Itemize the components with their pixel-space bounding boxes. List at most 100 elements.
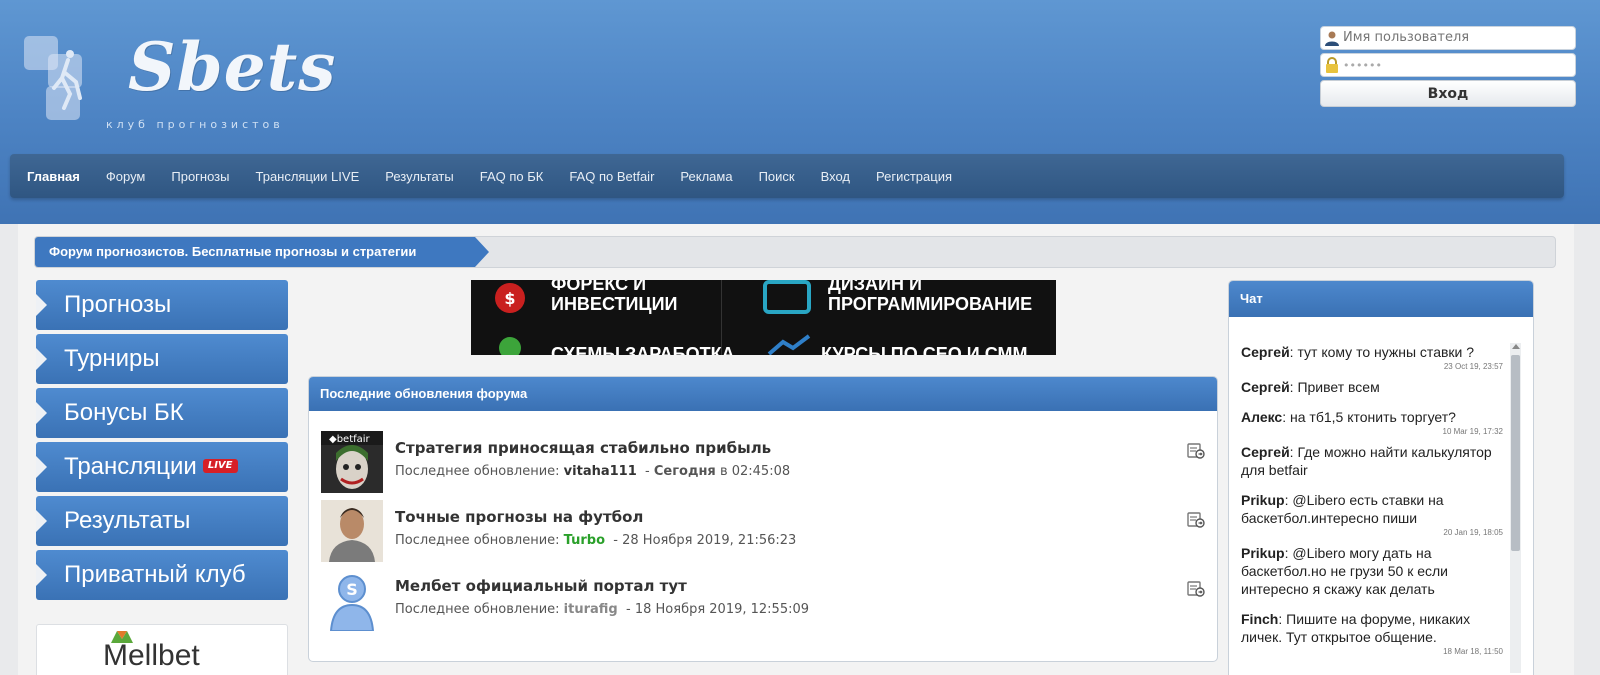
menu-notch [36,294,47,316]
chat-date [1241,396,1503,402]
chat-scroll-thumb[interactable] [1511,355,1520,551]
thread-title[interactable]: Мелбет официальный портал тут [395,577,687,595]
left-menu-label: Трансляции [64,453,197,480]
thread-meta: Последнее обновление: vitaha111 - Сегодн… [395,464,790,479]
left-menu-label: Бонусы БК [64,399,184,426]
meta-prefix: Последнее обновление: [395,464,560,479]
left-menu-item-5[interactable]: Приватный клуб [36,550,288,600]
left-menu-item-3[interactable]: Трансляции LIVE [36,442,288,492]
left-menu-label: Приватный клуб [64,561,246,588]
chat-date: 18 Mar 18, 11:50 [1443,647,1503,656]
menu-notch [36,402,47,424]
site-header: Sbets клуб прогнозистов Вход Главная Фору… [0,0,1600,224]
breadcrumb-arrow [475,237,489,267]
password-input[interactable] [1343,59,1569,72]
password-field[interactable] [1320,53,1576,77]
chat-date: 10 Mar 19, 17:32 [1442,427,1503,436]
thread-row: ◆betfair Стратегия приносящая стабильно п… [321,431,1205,495]
scroll-up-icon[interactable] [1512,344,1520,349]
chat-message: Finch: Пишите на форуме, никаких личек. … [1241,611,1471,645]
breadcrumb: Форум прогнозистов. Бесплатные прогнозы … [34,236,1556,268]
chat-author[interactable]: Finch [1241,611,1278,627]
chat-author[interactable]: Сергей [1241,444,1290,460]
banner-cell-design: ДИЗАЙН И ПРОГРАММИРОВАНИЕ [828,280,1033,314]
menu-notch [36,348,47,370]
chat-scrollbar[interactable] [1510,343,1521,673]
go-to-post-icon[interactable] [1187,579,1205,597]
meta-prefix: Последнее обновление: [395,602,560,617]
nav-item-1[interactable]: Форум [106,169,146,184]
nav-item-9[interactable]: Вход [821,169,850,184]
breadcrumb-home[interactable]: Форум прогнозистов. Бесплатные прогнозы … [35,237,475,267]
chat-message: Prikup: @Libero могу дать на баскетбол.н… [1241,545,1448,597]
site-logo[interactable]: Sbets клуб прогнозистов [24,28,335,132]
thread-row: Точные прогнозы на футбол Последнее обнов… [321,500,1205,564]
chat-message: Prikup: @Libero есть ставки на баскетбол… [1241,492,1444,526]
nav-item-4[interactable]: Результаты [385,169,453,184]
chat-date: 23 Oct 19, 23:57 [1443,362,1503,371]
lock-icon [1326,57,1338,73]
nav-item-0[interactable]: Главная [27,169,80,184]
username-input[interactable] [1343,30,1569,45]
username-field[interactable] [1320,26,1576,50]
left-menu-label: Прогнозы [64,291,172,318]
go-to-post-icon[interactable] [1187,510,1205,528]
meta-sep: - [645,464,650,479]
banner-cell-earning: СХЕМЫ ЗАРАБОТКА [551,344,735,355]
thread-user[interactable]: Turbo [564,533,605,548]
user-icon [1325,31,1339,46]
chat-message: Сергей: тут кому то нужны ставки ? [1241,344,1475,360]
ad-banner[interactable]: $ ФОРЕКС И ИНВЕСТИЦИИ ДИЗАЙН И ПРОГРАММИРО… [471,280,1056,355]
thread-row: S Мелбет официальный портал тут Последнее … [321,569,1205,633]
thread-title[interactable]: Точные прогнозы на футбол [395,508,643,526]
thread-date-day: Сегодня [653,464,716,479]
thread-date: в 02:45:08 [719,464,791,479]
left-menu-item-2[interactable]: Бонусы БК [36,388,288,438]
left-menu-item-4[interactable]: Результаты [36,496,288,546]
nav-item-5[interactable]: FAQ по БК [480,169,544,184]
thread-user[interactable]: vitaha111 [564,464,637,479]
dollar-icon [499,337,521,355]
nav-item-3[interactable]: Трансляции LIVE [256,169,360,184]
left-menu-label: Результаты [64,507,191,534]
login-button[interactable]: Вход [1320,80,1576,107]
nav-item-8[interactable]: Поиск [759,169,795,184]
thread-date: 18 Ноября 2019, 12:55:09 [634,602,810,617]
banner-cell-forex: ФОРЕКС И ИНВЕСТИЦИИ [551,280,678,314]
menu-notch [36,456,47,478]
go-to-post-icon[interactable] [1187,441,1205,459]
left-menu-item-1[interactable]: Турниры [36,334,288,384]
nav-item-7[interactable]: Реклама [680,169,732,184]
thread-avatar[interactable]: ◆betfair [321,431,383,493]
chat-author[interactable]: Prikup [1241,545,1285,561]
chat-author[interactable]: Алекс [1241,409,1282,425]
thread-avatar[interactable] [321,500,383,562]
meta-sep: - [613,533,618,548]
monitor-icon [763,280,811,314]
chat-title: Чат [1229,281,1533,317]
logo-tagline: клуб прогнозистов [106,118,284,131]
svg-text:S: S [346,580,358,599]
svg-text:◆betfair: ◆betfair [329,434,371,445]
left-menu-item-0[interactable]: Прогнозы [36,280,288,330]
chat-author[interactable]: Сергей [1241,379,1290,395]
chat-text: Привет всем [1297,379,1380,395]
chat-author[interactable]: Prikup [1241,492,1285,508]
nav-item-10[interactable]: Регистрация [876,169,952,184]
logo-mark [24,32,104,132]
menu-notch [36,564,47,586]
chat-message: Сергей: Где можно найти калькулятор для … [1241,444,1492,478]
live-badge: LIVE [202,458,238,473]
thread-avatar[interactable]: S [321,569,383,631]
chat-author[interactable]: Сергей [1241,344,1290,360]
thread-title[interactable]: Стратегия приносящая стабильно прибыль [395,439,771,457]
page-content: Форум прогнозистов. Бесплатные прогнозы … [18,224,1574,675]
nav-item-6[interactable]: FAQ по Betfair [569,169,654,184]
partner-banner-mellbet[interactable]: Mellbet [36,624,288,675]
left-menu-label: Турниры [64,345,160,372]
forum-updates-title: Последние обновления форума [309,377,1217,411]
chat-date [1241,598,1503,604]
chat-message: Алекс: на тб1,5 ктонить торгует? [1241,409,1456,425]
nav-item-2[interactable]: Прогнозы [171,169,229,184]
thread-user[interactable]: iturafig [564,602,618,617]
